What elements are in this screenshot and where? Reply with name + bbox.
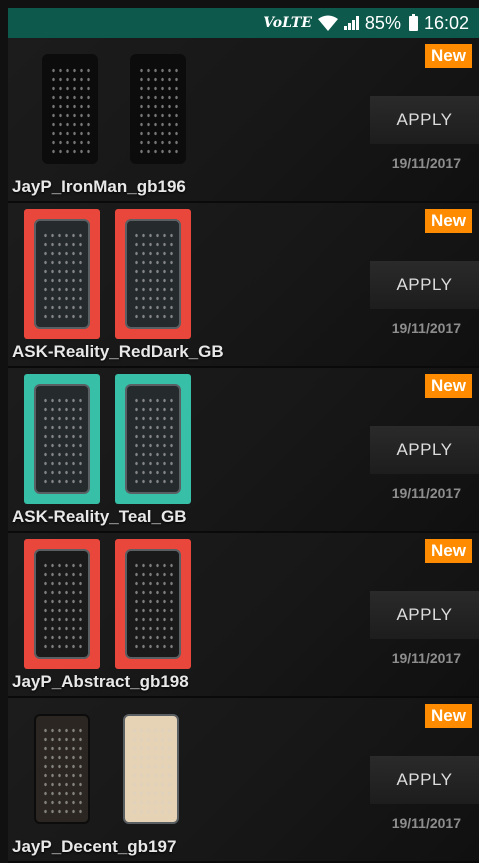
theme-date: 19/11/2017: [391, 320, 461, 336]
theme-date: 19/11/2017: [391, 155, 461, 171]
theme-preview-image[interactable]: [113, 704, 189, 834]
theme-date: 19/11/2017: [391, 485, 461, 501]
theme-date: 19/11/2017: [391, 815, 461, 831]
theme-preview-image[interactable]: [115, 539, 191, 669]
theme-name: ASK-Reality_RedDark_GB: [12, 342, 224, 361]
new-badge: New: [425, 704, 472, 728]
wifi-icon: [317, 15, 338, 31]
theme-preview-image[interactable]: [24, 704, 100, 834]
theme-row[interactable]: New APPLY 19/11/2017 JayP_Abstract_gb198: [8, 533, 479, 698]
new-badge: New: [425, 44, 472, 68]
theme-row[interactable]: New APPLY 19/11/2017 JayP_IronMan_gb196: [8, 38, 479, 203]
apply-button[interactable]: APPLY: [370, 261, 479, 309]
apply-button[interactable]: APPLY: [370, 756, 479, 804]
theme-preview-image[interactable]: [115, 209, 191, 339]
theme-name: JayP_IronMan_gb196: [12, 177, 186, 196]
theme-preview-image[interactable]: [24, 374, 100, 504]
apply-button[interactable]: APPLY: [370, 426, 479, 474]
theme-row[interactable]: New APPLY 19/11/2017 ASK-Reality_RedDark…: [8, 203, 479, 368]
theme-row[interactable]: New APPLY 19/11/2017 ASK-Reality_Teal_GB: [8, 368, 479, 533]
new-badge: New: [425, 374, 472, 398]
theme-preview-image[interactable]: [24, 539, 100, 669]
apply-button[interactable]: APPLY: [370, 96, 479, 144]
theme-preview-image[interactable]: [115, 374, 191, 504]
theme-preview-image[interactable]: [32, 44, 108, 174]
status-bar: VoLTE 85% 16:02: [8, 8, 479, 38]
signal-icon: [343, 16, 359, 30]
clock: 16:02: [423, 12, 469, 33]
theme-row[interactable]: New APPLY 19/11/2017 JayP_Decent_gb197: [8, 698, 479, 863]
apply-button[interactable]: APPLY: [370, 591, 479, 639]
theme-list: New APPLY 19/11/2017 JayP_IronMan_gb196 …: [8, 38, 479, 863]
theme-preview-image[interactable]: [24, 209, 100, 339]
new-badge: New: [425, 539, 472, 563]
theme-preview-image[interactable]: [120, 44, 196, 174]
volte-icon: VoLTE: [263, 15, 312, 31]
battery-percent: 85%: [364, 12, 401, 33]
theme-name: ASK-Reality_Teal_GB: [12, 507, 187, 526]
new-badge: New: [425, 209, 472, 233]
theme-date: 19/11/2017: [391, 650, 461, 666]
theme-name: JayP_Abstract_gb198: [12, 672, 189, 691]
theme-name: JayP_Decent_gb197: [12, 837, 177, 856]
battery-icon: [408, 13, 418, 31]
